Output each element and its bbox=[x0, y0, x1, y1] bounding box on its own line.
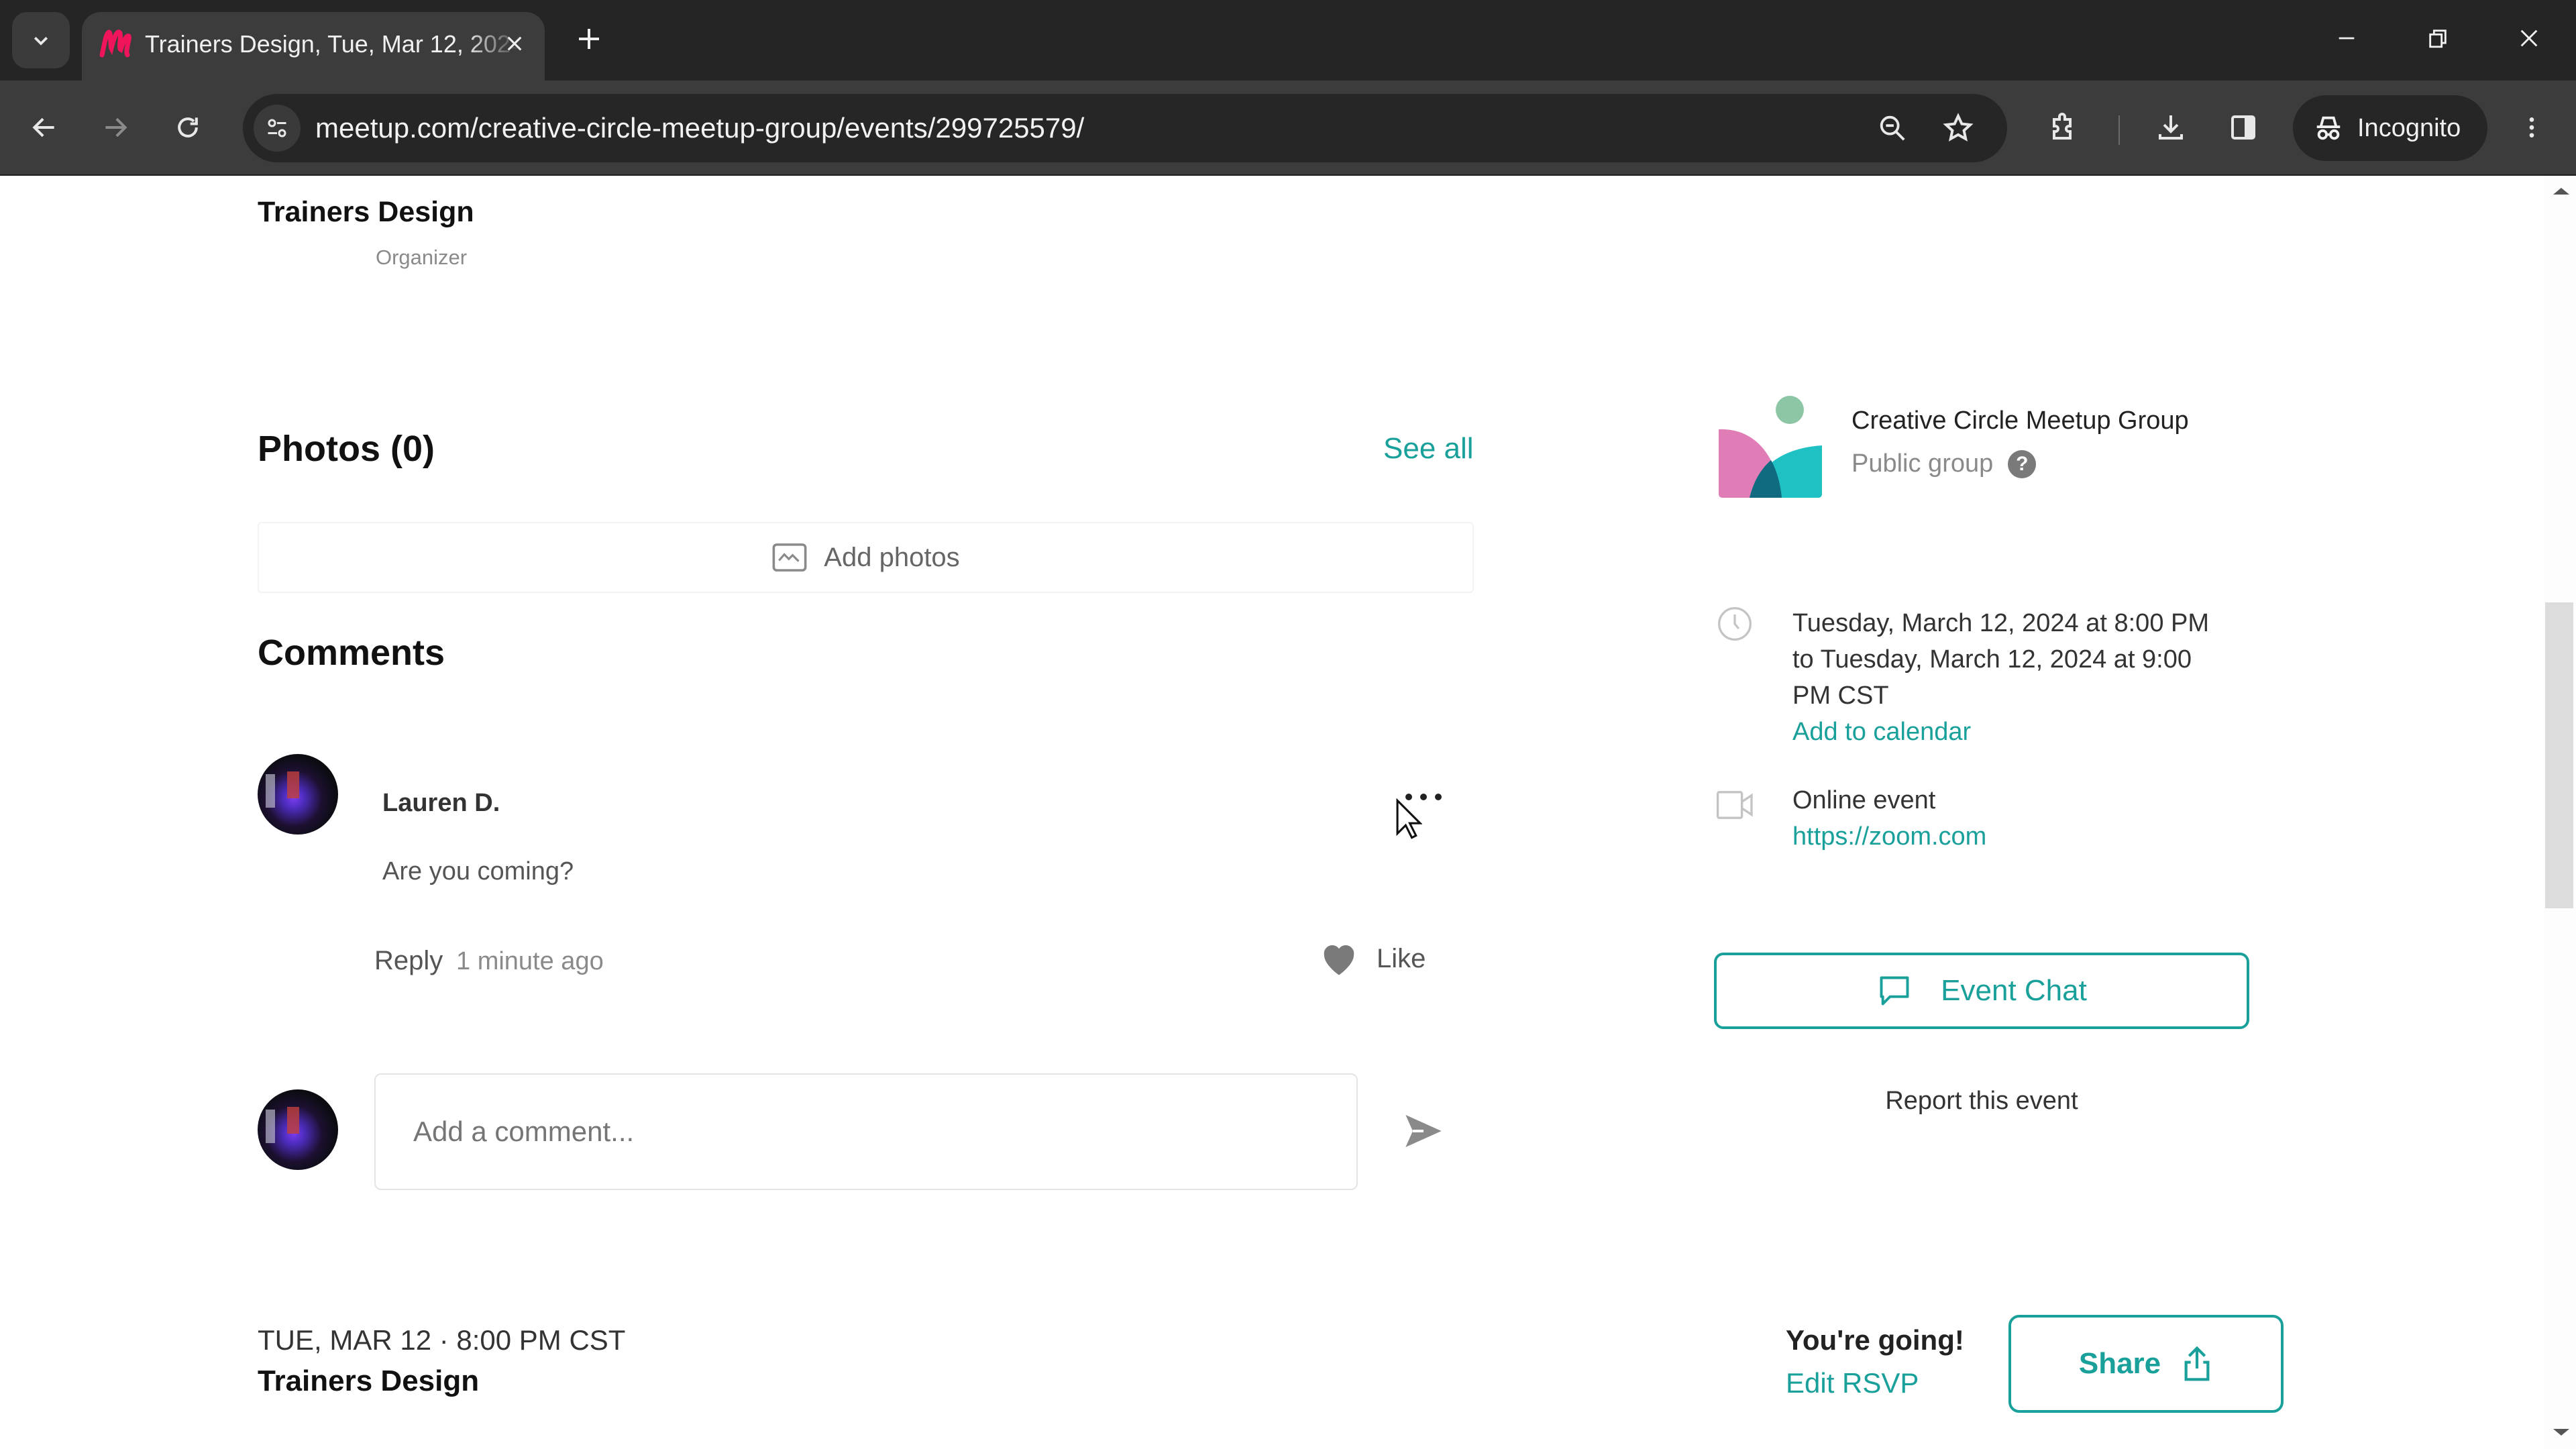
comments-heading: Comments bbox=[258, 633, 445, 673]
arrow-left-icon bbox=[32, 117, 54, 138]
incognito-icon bbox=[2316, 116, 2341, 140]
footer-event-title: Trainers Design bbox=[258, 1364, 480, 1397]
tab-close-button[interactable] bbox=[498, 27, 531, 60]
mouse-cursor-icon bbox=[1396, 798, 1422, 839]
close-icon bbox=[2520, 30, 2538, 47]
send-icon bbox=[1405, 1115, 1442, 1147]
minimize-button[interactable] bbox=[2320, 15, 2373, 62]
downloads-button[interactable] bbox=[2144, 101, 2198, 154]
add-photos-button[interactable]: Add photos bbox=[258, 522, 1474, 593]
group-visibility: Public group ? bbox=[1851, 449, 2037, 478]
close-window-button[interactable] bbox=[2502, 15, 2556, 62]
share-label: Share bbox=[2078, 1347, 2161, 1380]
zoom-out-icon bbox=[1880, 115, 1905, 141]
avatar-detail bbox=[287, 771, 299, 798]
see-all-photos-link[interactable]: See all bbox=[1383, 432, 1474, 466]
image-icon bbox=[772, 543, 807, 572]
rsvp-status: You're going! bbox=[1786, 1324, 1964, 1356]
page-content: Trainers Design Organizer Photos (0) See… bbox=[0, 176, 2576, 1449]
browser-tab-active[interactable]: Trainers Design, Tue, Mar 12, 2024 bbox=[82, 12, 545, 80]
edit-rsvp-link[interactable]: Edit RSVP bbox=[1786, 1367, 1919, 1399]
chevron-down-icon bbox=[34, 36, 48, 46]
avatar-detail bbox=[287, 1107, 299, 1134]
event-datetime-line: Tuesday, March 12, 2024 at 8:00 PM bbox=[1792, 609, 2210, 637]
browser-toolbar: meetup.com/creative-circle-meetup-group/… bbox=[0, 80, 2576, 176]
group-logo-image bbox=[1719, 396, 1822, 498]
footer-event-date: TUE, MAR 12 · 8:00 PM CST bbox=[258, 1324, 626, 1356]
event-location: Online event https://zoom.com bbox=[1792, 782, 1986, 855]
comment-author-avatar[interactable] bbox=[258, 754, 338, 835]
forward-button[interactable] bbox=[89, 101, 142, 154]
add-to-calendar-link[interactable]: Add to calendar bbox=[1792, 714, 2209, 750]
reload-icon bbox=[178, 117, 198, 138]
event-chat-button[interactable]: Event Chat bbox=[1714, 953, 2249, 1029]
group-name-link[interactable]: Creative Circle Meetup Group bbox=[1851, 407, 2189, 435]
location-type: Online event bbox=[1792, 786, 1936, 814]
avatar-detail bbox=[266, 1110, 275, 1143]
address-bar[interactable]: meetup.com/creative-circle-meetup-group/… bbox=[243, 94, 2007, 162]
back-button[interactable] bbox=[17, 101, 71, 154]
share-icon bbox=[2184, 1346, 2210, 1381]
new-tab-button[interactable] bbox=[569, 19, 609, 59]
online-event-link[interactable]: https://zoom.com bbox=[1792, 818, 1986, 855]
site-info-button[interactable] bbox=[254, 105, 301, 152]
scroll-down-arrow-icon[interactable] bbox=[2553, 1429, 2569, 1436]
event-datetime-line: PM CST bbox=[1792, 682, 1889, 710]
restore-icon bbox=[2429, 30, 2447, 48]
current-user-avatar bbox=[258, 1089, 338, 1170]
add-comment-input[interactable] bbox=[374, 1073, 1358, 1190]
browser-title-bar: Trainers Design, Tue, Mar 12, 2024 bbox=[0, 0, 2576, 80]
event-datetime: Tuesday, March 12, 2024 at 8:00 PM to Tu… bbox=[1792, 605, 2209, 750]
zoom-button[interactable] bbox=[1873, 109, 1912, 148]
tune-icon bbox=[268, 119, 286, 138]
like-label: Like bbox=[1377, 943, 1426, 973]
chat-bubble-icon bbox=[1880, 976, 1909, 1006]
star-icon bbox=[1943, 113, 1974, 142]
clock-icon bbox=[1718, 607, 1752, 641]
comment-reply-button[interactable]: Reply bbox=[374, 946, 443, 976]
photos-heading: Photos (0) bbox=[258, 429, 435, 469]
plus-icon bbox=[579, 29, 599, 49]
heart-icon bbox=[1324, 945, 1354, 975]
comment-author-name[interactable]: Lauren D. bbox=[382, 789, 500, 818]
side-panel-button[interactable] bbox=[2216, 101, 2270, 154]
side-panel-icon bbox=[2231, 115, 2255, 140]
reload-button[interactable] bbox=[161, 101, 215, 154]
share-button[interactable]: Share bbox=[2008, 1315, 2284, 1413]
avatar-detail bbox=[266, 774, 275, 808]
more-vertical-icon bbox=[2529, 117, 2534, 138]
event-datetime-line: to Tuesday, March 12, 2024 at 9:00 bbox=[1792, 645, 2192, 674]
add-photos-label: Add photos bbox=[824, 542, 960, 572]
arrow-right-icon bbox=[105, 117, 127, 138]
organizer-role: Organizer bbox=[376, 246, 468, 269]
send-comment-button[interactable] bbox=[1399, 1107, 1448, 1155]
download-icon bbox=[2159, 115, 2183, 140]
scroll-up-arrow-icon[interactable] bbox=[2553, 188, 2569, 195]
help-question-icon[interactable]: ? bbox=[2008, 449, 2037, 478]
comment-text: Are you coming? bbox=[382, 857, 574, 885]
event-chat-label: Event Chat bbox=[1941, 974, 2087, 1007]
incognito-profile-button[interactable]: Incognito bbox=[2293, 95, 2487, 161]
comment-like-button[interactable]: Like bbox=[1319, 941, 1426, 977]
group-visibility-label: Public group bbox=[1851, 449, 1994, 478]
scrollbar-thumb[interactable] bbox=[2545, 602, 2573, 908]
extensions-button[interactable] bbox=[2037, 101, 2090, 154]
meetup-favicon-icon bbox=[99, 30, 131, 58]
bookmark-button[interactable] bbox=[1939, 109, 1978, 148]
url-text[interactable]: meetup.com/creative-circle-meetup-group/… bbox=[315, 111, 1084, 145]
organizer-name[interactable]: Trainers Design bbox=[258, 196, 474, 229]
close-icon bbox=[507, 36, 522, 51]
video-camera-icon bbox=[1716, 791, 1753, 819]
comment-timestamp: 1 minute ago bbox=[456, 947, 604, 975]
group-logo[interactable] bbox=[1719, 396, 1822, 498]
restore-button[interactable] bbox=[2411, 15, 2465, 62]
tab-title: Trainers Design, Tue, Mar 12, 2024 bbox=[145, 30, 521, 58]
toolbar-divider bbox=[2118, 115, 2120, 145]
browser-menu-button[interactable] bbox=[2505, 101, 2559, 154]
tab-search-button[interactable] bbox=[12, 12, 70, 68]
profile-label: Incognito bbox=[2357, 113, 2461, 142]
report-event-link[interactable]: Report this event bbox=[1714, 1087, 2249, 1116]
minimize-icon bbox=[2339, 37, 2355, 40]
puzzle-icon bbox=[2053, 113, 2072, 140]
